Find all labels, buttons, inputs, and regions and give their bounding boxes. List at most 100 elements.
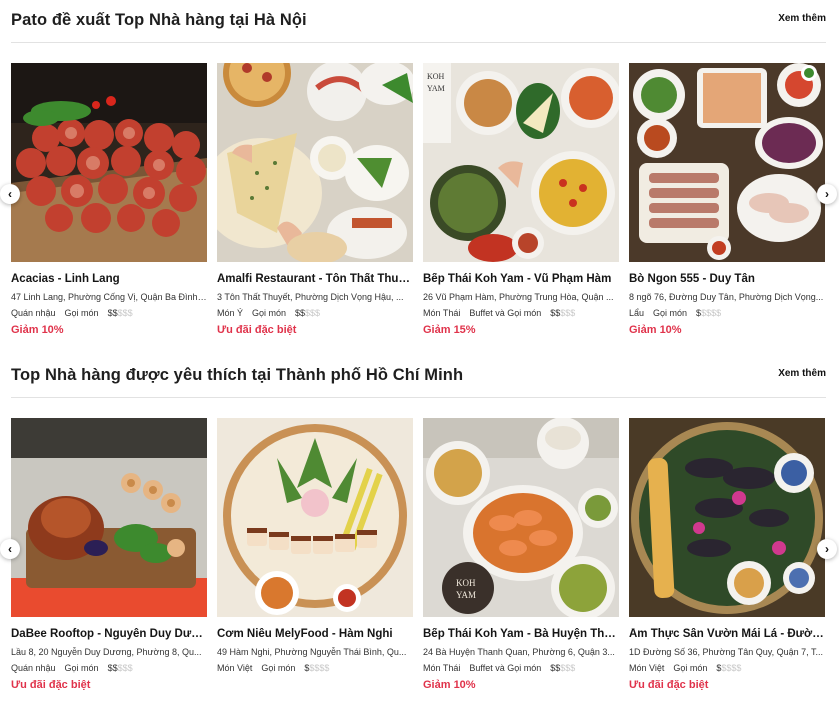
sausage-plate-image — [11, 63, 207, 262]
price-level: $$$$$ — [550, 663, 575, 673]
category-label: Quán nhậu — [11, 663, 56, 673]
restaurant-name[interactable]: Acacias - Linh Lang — [11, 273, 207, 285]
carousel-prev-button[interactable]: ‹ — [0, 539, 20, 559]
service-label: Gọi món — [261, 663, 296, 673]
see-more-link[interactable]: Xem thêm — [778, 368, 826, 379]
restaurant-photo[interactable]: KOH YAM — [423, 418, 619, 617]
price-inactive: $$$$ — [701, 308, 722, 318]
restaurant-meta: Lẩu Gọi món $$$$$ — [629, 308, 825, 318]
restaurant-card[interactable]: KOH YAM Bếp Thái Koh Yam - Vũ Phạm Hàm 2… — [423, 63, 619, 336]
restaurant-meta: Món Thái Buffet và Gọi món $$$$$ — [423, 663, 619, 673]
category-label: Quán nhậu — [11, 308, 56, 318]
price-active: $$ — [107, 663, 118, 673]
restaurant-address: 49 Hàm Nghi, Phường Nguyễn Thái Bình, Qu… — [217, 647, 407, 657]
svg-text:KOH: KOH — [427, 72, 445, 81]
restaurant-photo[interactable] — [11, 63, 207, 262]
restaurant-address: 24 Bà Huyện Thanh Quan, Phường 6, Quận 3… — [423, 647, 615, 657]
restaurant-name[interactable]: Bếp Thái Koh Yam - Vũ Phạm Hàm — [423, 273, 619, 285]
restaurant-photo[interactable] — [11, 418, 207, 617]
restaurant-photo[interactable] — [217, 418, 413, 617]
price-inactive: $$$ — [117, 308, 133, 318]
category-label: Món Việt — [629, 663, 665, 673]
price-level: $$$$$ — [295, 308, 320, 318]
restaurant-photo[interactable] — [629, 63, 825, 262]
category-label: Lẩu — [629, 308, 645, 318]
price-inactive: $$$$ — [721, 663, 742, 673]
price-level: $$$$$ — [696, 308, 721, 318]
promo-label: Ưu đãi đặc biệt — [217, 324, 297, 336]
restaurant-card[interactable]: KOH YAM Bếp Thái Koh Yam - Bà Huyện Than… — [423, 418, 619, 691]
price-inactive: $$$ — [560, 663, 576, 673]
promo-label: Giảm 10% — [11, 324, 64, 336]
category-label: Món Thái — [423, 308, 461, 318]
promo-label: Giảm 10% — [629, 324, 682, 336]
chevron-left-icon: ‹ — [8, 542, 12, 556]
restaurant-photo[interactable] — [629, 418, 825, 617]
restaurant-card[interactable]: Amalfi Restaurant - Tôn Thất Thuyết 3 Tô… — [217, 63, 413, 336]
service-label: Gọi món — [673, 663, 708, 673]
service-label: Gọi món — [64, 663, 99, 673]
price-level: $$$$$ — [550, 308, 575, 318]
price-inactive: $$$$ — [309, 663, 330, 673]
restaurant-meta: Món Việt Gọi món $$$$$ — [217, 663, 413, 673]
svg-text:KOH: KOH — [456, 578, 476, 588]
price-inactive: $$$ — [305, 308, 321, 318]
restaurant-meta: Món Việt Gọi món $$$$$ — [629, 663, 825, 673]
promo-label: Ưu đãi đặc biệt — [629, 679, 709, 691]
restaurant-card[interactable]: Bò Ngon 555 - Duy Tân 8 ngõ 76, Đường Du… — [629, 63, 825, 336]
carousel-next-button[interactable]: › — [817, 184, 837, 204]
restaurant-photo[interactable]: KOH YAM — [423, 63, 619, 262]
restaurant-name[interactable]: Cơm Niêu MelyFood - Hàm Nghi — [217, 628, 413, 640]
see-more-link[interactable]: Xem thêm — [778, 13, 826, 24]
beef-dishes-image — [629, 63, 825, 262]
price-active: $$ — [107, 308, 118, 318]
promo-label: Giảm 10% — [423, 679, 476, 691]
restaurant-card[interactable]: Cơm Niêu MelyFood - Hàm Nghi 49 Hàm Nghi… — [217, 418, 413, 679]
restaurant-meta: Món Thái Buffet và Gọi món $$$$$ — [423, 308, 619, 318]
section-title: Top Nhà hàng được yêu thích tại Thành ph… — [11, 366, 464, 384]
restaurant-address: 1D Đường Số 36, Phường Tân Quy, Quận 7, … — [629, 647, 823, 657]
restaurant-name[interactable]: Bò Ngon 555 - Duy Tân — [629, 273, 825, 285]
roast-duck-image — [11, 418, 207, 617]
svg-text:YAM: YAM — [456, 590, 476, 600]
restaurant-address: Lầu 8, 20 Nguyễn Duy Dương, Phường 8, Qu… — [11, 647, 202, 657]
restaurant-address: 8 ngõ 76, Đường Duy Tân, Phường Dịch Vọn… — [629, 292, 824, 302]
price-level: $$$$$ — [716, 663, 741, 673]
section-title: Pato đề xuất Top Nhà hàng tại Hà Nội — [11, 11, 307, 29]
price-inactive: $$$ — [560, 308, 576, 318]
carousel-next-button[interactable]: › — [817, 539, 837, 559]
shrimp-dishes-image: KOH YAM — [423, 418, 619, 617]
restaurant-card[interactable]: DaBee Rooftop - Nguyễn Duy Dương Lầu 8, … — [11, 418, 207, 691]
promo-label: Giảm 15% — [423, 324, 476, 336]
restaurant-meta: Quán nhậu Gọi món $$$$$ — [11, 663, 207, 673]
service-label: Gọi món — [64, 308, 99, 318]
restaurant-name[interactable]: Ẩm Thực Sân Vườn Mái Lá - Đường Số 36 — [629, 628, 825, 640]
restaurant-card[interactable]: Ẩm Thực Sân Vườn Mái Lá - Đường Số 36 1D… — [629, 418, 825, 691]
category-label: Món Việt — [217, 663, 253, 673]
restaurant-carousel: DaBee Rooftop - Nguyễn Duy Dương Lầu 8, … — [11, 418, 826, 706]
pizza-table-image — [217, 63, 413, 262]
restaurant-card[interactable]: Acacias - Linh Lang 47 Linh Lang, Phường… — [11, 63, 207, 336]
restaurant-name[interactable]: DaBee Rooftop - Nguyễn Duy Dương — [11, 628, 207, 640]
chevron-right-icon: › — [825, 187, 829, 201]
restaurant-photo[interactable] — [217, 63, 413, 262]
service-label: Gọi món — [653, 308, 688, 318]
chevron-left-icon: ‹ — [8, 187, 12, 201]
restaurant-address: 47 Linh Lang, Phường Cống Vị, Quận Ba Đì… — [11, 292, 207, 302]
category-label: Món Ý — [217, 308, 244, 318]
restaurant-name[interactable]: Bếp Thái Koh Yam - Bà Huyện Thanh Quan — [423, 628, 619, 640]
restaurant-name[interactable]: Amalfi Restaurant - Tôn Thất Thuyết — [217, 273, 413, 285]
category-label: Món Thái — [423, 663, 461, 673]
thai-dishes-image: KOH YAM — [423, 63, 619, 262]
price-active: $$ — [295, 308, 306, 318]
price-level: $$$$$ — [108, 308, 133, 318]
price-active: $$ — [550, 308, 561, 318]
price-level: $$$$$ — [108, 663, 133, 673]
section-header: Pato đề xuất Top Nhà hàng tại Hà Nội Xem… — [11, 0, 826, 43]
svg-text:YAM: YAM — [427, 84, 445, 93]
carousel-prev-button[interactable]: ‹ — [0, 184, 20, 204]
restaurant-address: 3 Tôn Thất Thuyết, Phường Dịch Vọng Hậu,… — [217, 292, 404, 302]
price-active: $$ — [550, 663, 561, 673]
restaurant-meta: Món Ý Gọi món $$$$$ — [217, 308, 413, 318]
pork-platter-image — [217, 418, 413, 617]
